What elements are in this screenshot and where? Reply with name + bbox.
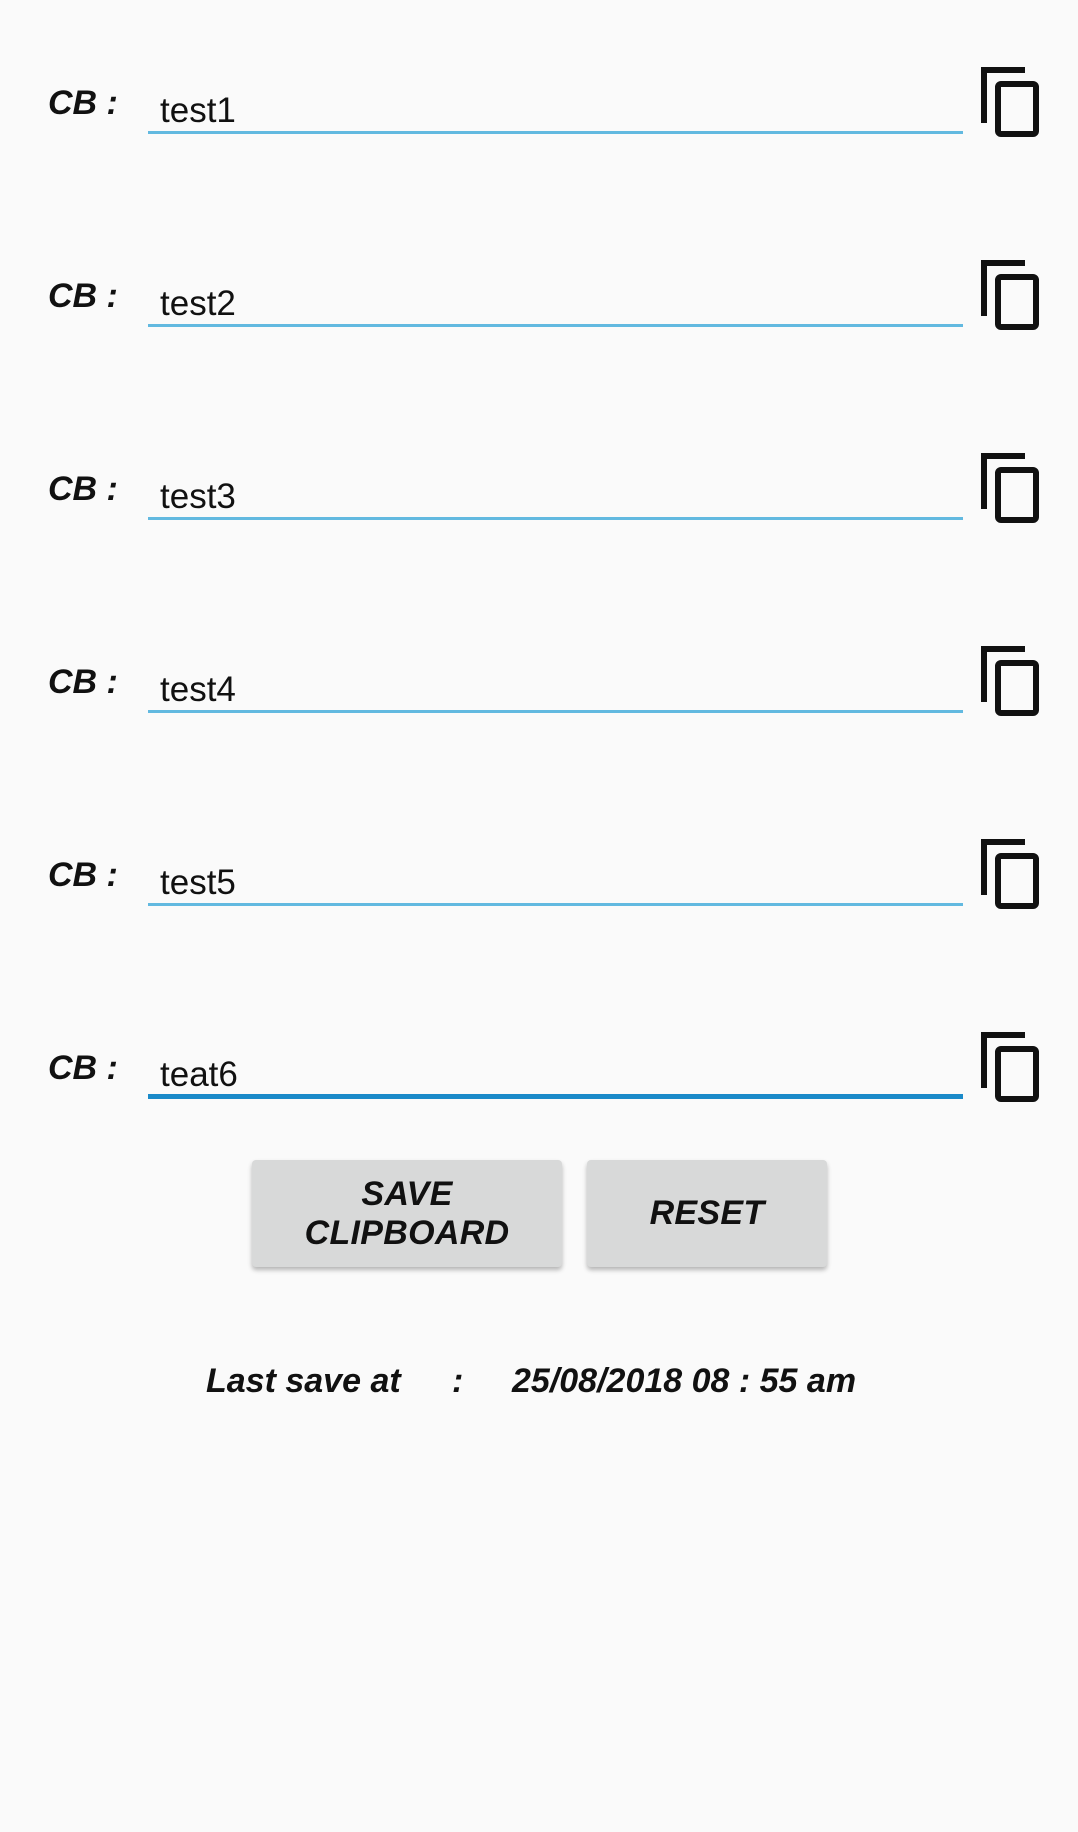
clipboard-row-4: CB : <box>0 611 1078 731</box>
copy-button-5[interactable] <box>978 836 1046 912</box>
cb-label: CB : <box>48 84 118 122</box>
reset-button[interactable]: RESET <box>587 1160 827 1267</box>
clipboard-row-6: CB : <box>0 997 1078 1117</box>
clipboard-input-3[interactable] <box>148 456 963 520</box>
clipboard-input-5[interactable] <box>148 842 963 906</box>
copy-button-6[interactable] <box>978 1029 1046 1105</box>
copy-button-3[interactable] <box>978 450 1046 526</box>
copy-icon <box>978 643 1046 719</box>
cb-label: CB : <box>48 277 118 315</box>
copy-icon <box>978 257 1046 333</box>
copy-icon <box>978 450 1046 526</box>
clipboard-input-4[interactable] <box>148 649 963 713</box>
clipboard-row-1: CB : <box>0 32 1078 152</box>
clipboard-input-1[interactable] <box>148 70 963 134</box>
clipboard-input-2[interactable] <box>148 263 963 327</box>
copy-icon <box>978 64 1046 140</box>
clipboard-row-3: CB : <box>0 418 1078 538</box>
clipboard-row-5: CB : <box>0 804 1078 924</box>
cb-label: CB : <box>48 856 118 894</box>
copy-button-4[interactable] <box>978 643 1046 719</box>
save-clipboard-button[interactable]: SAVE CLIPBOARD <box>252 1160 562 1267</box>
cb-label: CB : <box>48 663 118 701</box>
copy-icon <box>978 1029 1046 1105</box>
last-save-timestamp: 25/08/2018 08 : 55 am <box>512 1362 857 1400</box>
last-save-separator: : <box>452 1362 464 1400</box>
copy-button-2[interactable] <box>978 257 1046 333</box>
clipboard-input-6[interactable] <box>148 1035 963 1099</box>
cb-label: CB : <box>48 1049 118 1087</box>
copy-icon <box>978 836 1046 912</box>
clipboard-row-2: CB : <box>0 225 1078 345</box>
copy-button-1[interactable] <box>978 64 1046 140</box>
last-save-label: Last save at <box>206 1362 401 1400</box>
cb-label: CB : <box>48 470 118 508</box>
